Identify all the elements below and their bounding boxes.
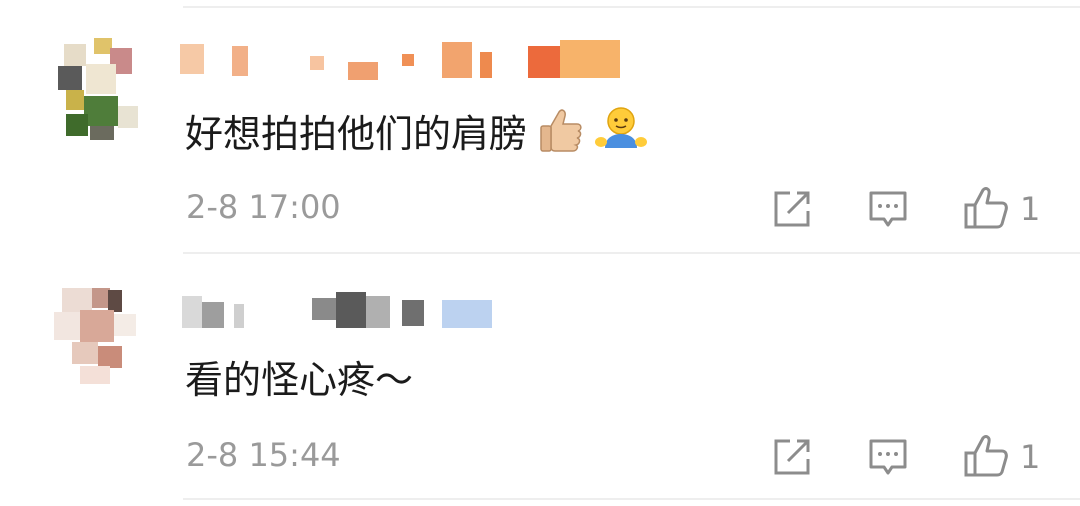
- share-button[interactable]: [770, 432, 814, 482]
- like-icon: [964, 187, 1008, 229]
- comment-item: 看的怪心疼～ 2-8 15:44 1: [0, 252, 1080, 497]
- username-blurred[interactable]: [180, 286, 630, 334]
- comment-text-content: 看的怪心疼～: [185, 358, 414, 402]
- thumbs-up-emoji: [535, 104, 585, 169]
- comment-time: 2-8 17:00: [186, 188, 341, 226]
- share-icon: [774, 191, 810, 227]
- reply-button[interactable]: [866, 184, 910, 234]
- comment-text-content: 好想拍拍他们的肩膀: [185, 112, 528, 156]
- bottom-divider: [183, 498, 1080, 500]
- comment-item: 好想拍拍他们的肩膀 2-8 17:00 1: [0, 4, 1080, 249]
- username-blurred[interactable]: [180, 38, 630, 86]
- comment-icon: [869, 439, 907, 475]
- like-count: 1: [1020, 190, 1041, 228]
- like-button[interactable]: 1: [962, 184, 1040, 234]
- like-count: 1: [1020, 438, 1041, 476]
- avatar[interactable]: [40, 284, 144, 388]
- reply-button[interactable]: [866, 432, 910, 482]
- like-button[interactable]: 1: [962, 432, 1040, 482]
- comment-icon: [869, 191, 907, 227]
- shoulder-pat-emoji: [593, 104, 649, 169]
- comment-text: 看的怪心疼～: [185, 352, 413, 408]
- share-icon: [774, 439, 810, 475]
- comment-text: 好想拍拍他们的肩膀: [185, 104, 649, 169]
- avatar[interactable]: [40, 36, 144, 140]
- like-icon: [964, 435, 1008, 477]
- share-button[interactable]: [770, 184, 814, 234]
- comment-time: 2-8 15:44: [186, 436, 341, 474]
